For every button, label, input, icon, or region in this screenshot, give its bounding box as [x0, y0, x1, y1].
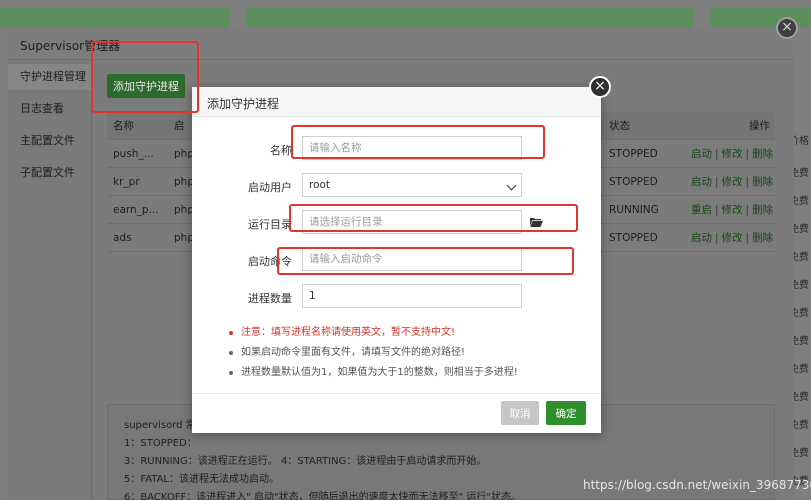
cell-name: push_... [113, 148, 154, 160]
sidebar-item-sub-config[interactable]: 子配置文件 [8, 160, 92, 186]
cell-name: kr_pr [113, 176, 140, 188]
start-link[interactable]: 启动 [691, 232, 712, 244]
cell-ops: 启动 | 修改 | 删除 [691, 224, 773, 252]
dir-label: 运行目录 [248, 218, 292, 231]
dialog-header: 添加守护进程 [192, 87, 601, 117]
cell-status: STOPPED [609, 176, 658, 188]
cell-start: php [174, 204, 194, 216]
watermark: https://blog.csdn.net/weixin_39687736 [583, 478, 811, 492]
edit-link[interactable]: 修改 [722, 148, 743, 160]
header-ops: 操作 [749, 120, 770, 132]
start-link[interactable]: 启动 [691, 176, 712, 188]
close-icon[interactable]: × [589, 76, 611, 98]
cell-start: php [174, 176, 194, 188]
sidebar-item-log-view[interactable]: 日志查看 [8, 96, 92, 122]
cell-name: earn_p... [113, 204, 159, 216]
chevron-down-icon [506, 180, 517, 191]
header-status: 状态 [609, 120, 630, 132]
add-daemon-dialog: 添加守护进程 名称 请输入名称 启动用户 root 运行目录 请选择运行目录 启… [192, 87, 601, 433]
ops-separator: | [745, 232, 750, 244]
edit-link[interactable]: 修改 [722, 204, 743, 216]
edit-link[interactable]: 修改 [722, 232, 743, 244]
cell-status: STOPPED [609, 148, 658, 160]
folder-open-icon[interactable] [530, 217, 543, 227]
note-warning: 注意：填写进程名称请使用英文，暂不支持中文! [229, 323, 518, 343]
restart-link[interactable]: 重启 [691, 204, 712, 216]
cell-ops: 启动 | 修改 | 删除 [691, 168, 773, 196]
user-select-value: root [309, 179, 331, 191]
ops-separator: | [715, 232, 719, 244]
help-line: 3：RUNNING：该进程正在运行。 4：STARTING：该进程由于启动请求而… [124, 456, 487, 467]
cell-status: STOPPED [609, 232, 658, 244]
ops-separator: | [715, 176, 719, 188]
cell-start: php [174, 232, 194, 244]
header-name: 名称 [113, 120, 134, 132]
ops-separator: | [715, 204, 719, 216]
cmd-input[interactable]: 请输入启动命令 [302, 247, 522, 271]
dialog-title: 添加守护进程 [207, 97, 280, 111]
edit-link[interactable]: 修改 [722, 176, 743, 188]
count-input[interactable]: 1 [302, 284, 522, 308]
supervisor-header: Supervisor管理器 [8, 28, 794, 60]
cell-ops: 重启 | 修改 | 删除 [691, 196, 773, 224]
close-icon[interactable]: × [776, 17, 798, 39]
ops-separator: | [745, 204, 750, 216]
delete-link[interactable]: 删除 [752, 232, 773, 244]
confirm-button[interactable]: 确定 [546, 401, 586, 425]
delete-link[interactable]: 删除 [752, 176, 773, 188]
ops-separator: | [745, 148, 750, 160]
count-label: 进程数量 [248, 292, 292, 305]
name-label: 名称 [270, 144, 292, 157]
sidebar-item-process-management[interactable]: 守护进程管理 [8, 64, 92, 90]
cancel-button[interactable]: 取消 [501, 401, 539, 425]
user-label: 启动用户 [248, 181, 292, 194]
name-input[interactable]: 请输入名称 [302, 136, 522, 160]
ops-separator: | [715, 148, 719, 160]
add-daemon-button[interactable]: 添加守护进程 [107, 74, 185, 98]
dialog-footer: 取消 确定 [192, 393, 601, 433]
note-item: 进程数量默认值为1，如果值为大于1的整数，则相当于多进程! [229, 363, 518, 383]
delete-link[interactable]: 删除 [752, 204, 773, 216]
dialog-notes: 注意：填写进程名称请使用英文，暂不支持中文! 如果启动命令里面有文件，请填写文件… [229, 323, 518, 383]
bg-card-2 [246, 8, 694, 28]
ops-separator: | [745, 176, 750, 188]
cell-name: ads [113, 232, 132, 244]
cmd-label: 启动命令 [248, 255, 292, 268]
bg-card-1 [0, 8, 230, 28]
start-link[interactable]: 启动 [691, 148, 712, 160]
note-item: 如果启动命令里面有文件，请填写文件的绝对路径! [229, 343, 518, 363]
cell-start: php [174, 148, 194, 160]
user-select[interactable]: root [302, 173, 522, 197]
supervisor-title: Supervisor管理器 [20, 39, 121, 53]
header-start: 启 [174, 120, 185, 132]
cell-ops: 启动 | 修改 | 删除 [691, 140, 773, 168]
sidebar-item-main-config[interactable]: 主配置文件 [8, 128, 92, 154]
dir-input[interactable]: 请选择运行目录 [302, 210, 522, 234]
cell-status: RUNNING [609, 204, 659, 216]
delete-link[interactable]: 删除 [752, 148, 773, 160]
supervisor-sidebar: 守护进程管理 日志查看 主配置文件 子配置文件 [8, 60, 92, 500]
help-line: 1：STOPPED： [124, 438, 197, 449]
